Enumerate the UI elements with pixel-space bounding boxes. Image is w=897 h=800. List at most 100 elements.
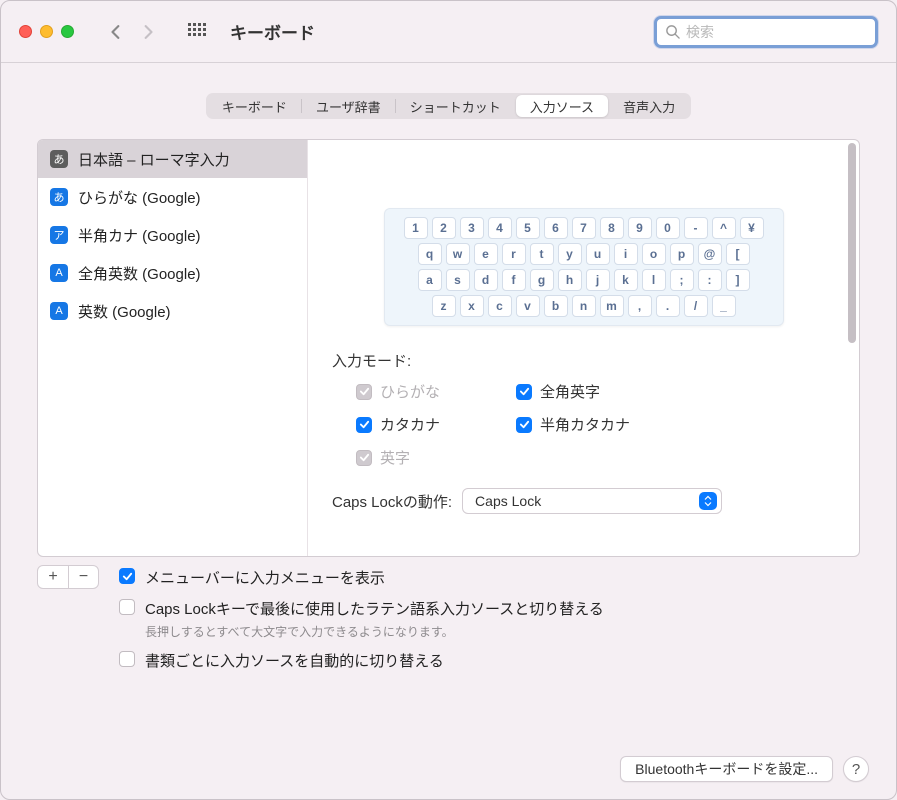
source-label: 全角英数 (Google) — [78, 263, 201, 284]
footer-option[interactable]: メニューバーに入力メニューを表示 — [119, 567, 860, 588]
source-badge-icon: あ — [50, 188, 68, 206]
input-mode-checkboxes: ひらがな 全角英字カタカナ半角カタカナ英字 — [332, 381, 835, 468]
key: 3 — [460, 217, 484, 239]
caps-lock-label: Caps Lockの動作: — [332, 491, 452, 512]
back-button[interactable] — [102, 18, 130, 46]
key: e — [474, 243, 498, 265]
checkbox-label: ひらがな — [380, 381, 440, 402]
source-label: 英数 (Google) — [78, 301, 171, 322]
input-mode-label: 入力モード: — [332, 350, 835, 371]
key: n — [572, 295, 596, 317]
key: h — [558, 269, 582, 291]
checkbox-icon — [119, 599, 135, 615]
add-remove-control: + − — [37, 565, 99, 589]
checkbox-icon — [119, 651, 135, 667]
key: / — [684, 295, 708, 317]
option-label: Caps Lockキーで最後に使用したラテン語系入力ソースと切り替える — [145, 598, 604, 619]
close-button[interactable] — [19, 25, 32, 38]
key: g — [530, 269, 554, 291]
tab-bar: キーボードユーザ辞書ショートカット入力ソース音声入力 — [1, 63, 896, 129]
search-field-container[interactable] — [654, 16, 878, 48]
key: w — [446, 243, 470, 265]
minimize-button[interactable] — [40, 25, 53, 38]
zoom-button[interactable] — [61, 25, 74, 38]
key: j — [586, 269, 610, 291]
caps-lock-select[interactable]: Caps Lock — [462, 488, 722, 514]
key: c — [488, 295, 512, 317]
grid-icon — [188, 23, 206, 41]
forward-button[interactable] — [134, 18, 162, 46]
source-label: 半角カナ (Google) — [78, 225, 201, 246]
bottom-bar: Bluetoothキーボードを設定... ? — [620, 756, 869, 782]
checkbox-label: 英字 — [380, 447, 410, 468]
select-stepper-icon — [699, 492, 717, 510]
checkbox-icon — [516, 417, 532, 433]
remove-source-button[interactable]: − — [68, 566, 98, 588]
tabs-segmented-control[interactable]: キーボードユーザ辞書ショートカット入力ソース音声入力 — [206, 93, 691, 119]
key: s — [446, 269, 470, 291]
add-source-button[interactable]: + — [38, 566, 68, 588]
key: 2 — [432, 217, 456, 239]
input-source-item[interactable]: A 全角英数 (Google) — [38, 254, 307, 292]
key: 4 — [488, 217, 512, 239]
source-badge-icon: A — [50, 302, 68, 320]
checkbox-icon — [356, 450, 372, 466]
key: k — [614, 269, 638, 291]
key: [ — [726, 243, 750, 265]
input-mode-item[interactable]: カタカナ — [356, 414, 516, 435]
key: b — [544, 295, 568, 317]
input-source-item[interactable]: あひらがな (Google) — [38, 178, 307, 216]
key: ¥ — [740, 217, 764, 239]
input-source-item[interactable]: A 英数 (Google) — [38, 292, 307, 330]
key: 0 — [656, 217, 680, 239]
key: , — [628, 295, 652, 317]
tab-4[interactable]: 音声入力 — [609, 95, 689, 117]
key: _ — [712, 295, 736, 317]
key: f — [502, 269, 526, 291]
key: ; — [670, 269, 694, 291]
footer-area: + − メニューバーに入力メニューを表示 Caps Lockキーで最後に使用したラ… — [37, 565, 860, 671]
caps-lock-value: Caps Lock — [475, 493, 541, 509]
key: ] — [726, 269, 750, 291]
key: o — [642, 243, 666, 265]
key: 6 — [544, 217, 568, 239]
show-all-button[interactable] — [184, 19, 210, 45]
checkbox-icon — [119, 568, 135, 584]
key: t — [530, 243, 554, 265]
scrollbar-thumb[interactable] — [848, 143, 856, 343]
key: 5 — [516, 217, 540, 239]
key: m — [600, 295, 624, 317]
window-titlebar: キーボード — [1, 1, 896, 63]
search-input[interactable] — [686, 24, 867, 40]
input-mode-item[interactable]: 半角カタカナ — [516, 414, 716, 435]
search-icon — [665, 24, 680, 39]
tab-2[interactable]: ショートカット — [396, 95, 515, 117]
key: z — [432, 295, 456, 317]
footer-option[interactable]: 書類ごとに入力ソースを自動的に切り替える — [119, 650, 860, 671]
key: d — [474, 269, 498, 291]
input-source-item[interactable]: ア半角カナ (Google) — [38, 216, 307, 254]
input-mode-item: 英字 — [356, 447, 516, 468]
option-subtext: 長押しするとすべて大文字で入力できるようになります。 — [145, 623, 860, 640]
preferences-window: キーボード キーボードユーザ辞書ショートカット入力ソース音声入力 あ日本語 – … — [0, 0, 897, 800]
window-controls — [19, 25, 74, 38]
source-badge-icon: あ — [50, 150, 68, 168]
input-source-detail: 1234567890-^¥qwertyuiop@[asdfghjkl;:]zxc… — [308, 140, 859, 556]
source-label: 日本語 – ローマ字入力 — [78, 149, 230, 170]
input-source-list[interactable]: あ日本語 – ローマ字入力あひらがな (Google)ア半角カナ (Google… — [38, 140, 308, 556]
input-mode-item[interactable]: 全角英字 — [516, 381, 716, 402]
tab-0[interactable]: キーボード — [208, 95, 301, 117]
key: r — [502, 243, 526, 265]
input-mode-item: ひらがな — [356, 381, 516, 402]
tab-1[interactable]: ユーザ辞書 — [302, 95, 395, 117]
tab-3[interactable]: 入力ソース — [516, 95, 608, 117]
checkbox-icon — [356, 417, 372, 433]
key: x — [460, 295, 484, 317]
input-source-item[interactable]: あ日本語 – ローマ字入力 — [38, 140, 307, 178]
key: @ — [698, 243, 722, 265]
source-badge-icon: A — [50, 264, 68, 282]
footer-option[interactable]: Caps Lockキーで最後に使用したラテン語系入力ソースと切り替える — [119, 598, 860, 619]
help-button[interactable]: ? — [843, 756, 869, 782]
key: l — [642, 269, 666, 291]
bluetooth-keyboard-button[interactable]: Bluetoothキーボードを設定... — [620, 756, 833, 782]
